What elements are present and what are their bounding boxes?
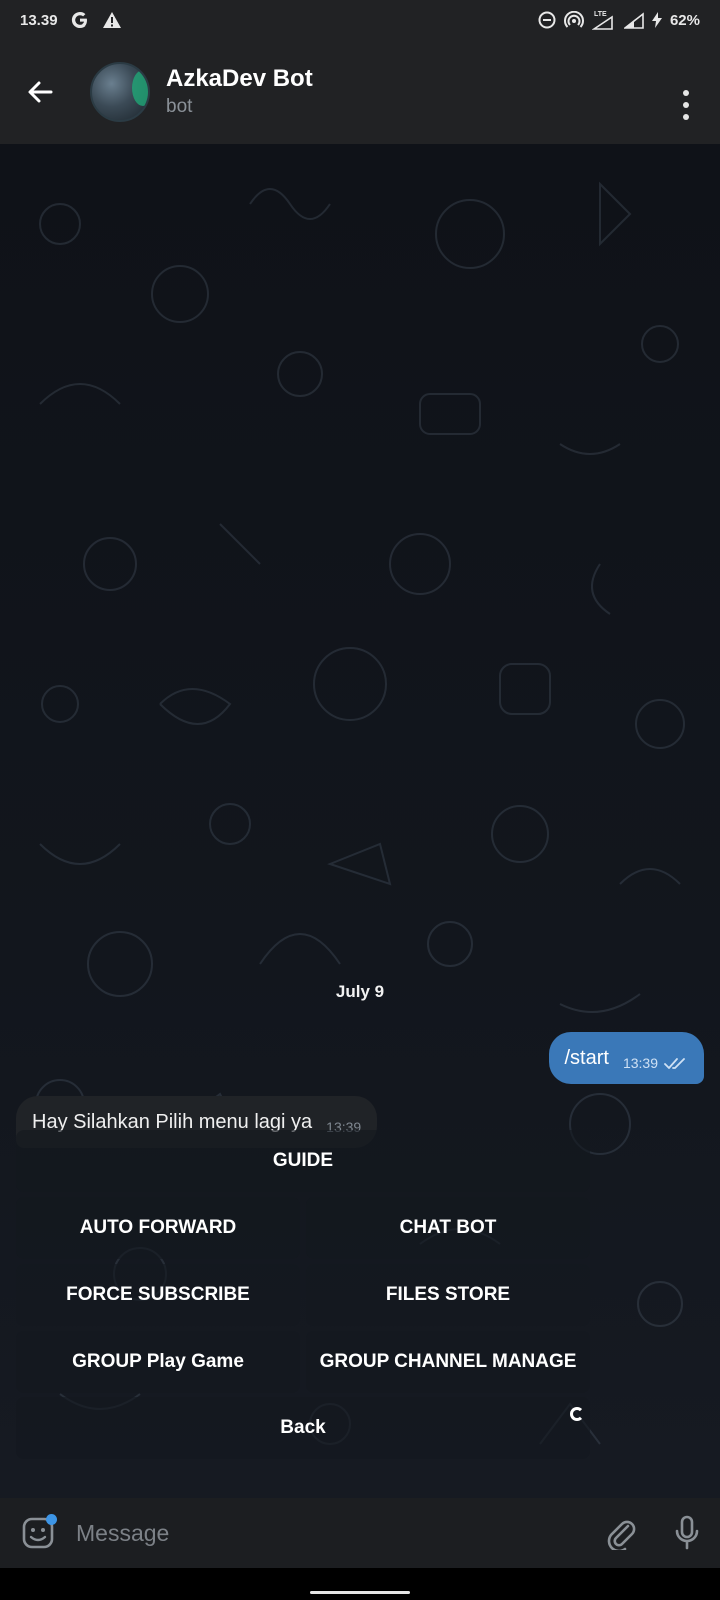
- chat-title-block[interactable]: AzkaDev Bot bot: [166, 64, 313, 120]
- emoji-button[interactable]: [0, 1498, 76, 1568]
- microphone-icon: [675, 1515, 699, 1550]
- files-store-button[interactable]: FILES STORE: [306, 1264, 590, 1326]
- double-check-icon: [664, 1058, 685, 1069]
- chat-area[interactable]: July 9 /start 13:39 Hay Silahkan Pilih m…: [0, 144, 720, 1498]
- more-dot-icon: [683, 90, 689, 96]
- signal-icon: [623, 11, 644, 29]
- attach-button[interactable]: [588, 1498, 654, 1568]
- paperclip-icon: [607, 1520, 636, 1550]
- message-time: 13:39: [622, 1055, 658, 1071]
- status-bar: 13.39 LTE 62%: [0, 0, 720, 40]
- google-icon: [70, 10, 90, 30]
- chat-header: AzkaDev Bot bot: [0, 40, 720, 144]
- outgoing-message[interactable]: /start 13:39: [548, 1032, 704, 1084]
- arrow-left-icon: [28, 81, 53, 103]
- keyboard-row: GUIDE: [16, 1130, 590, 1192]
- chat-bot-button[interactable]: CHAT BOT: [306, 1197, 590, 1259]
- chat-title: AzkaDev Bot: [166, 65, 313, 92]
- force-subscribe-button[interactable]: FORCE SUBSCRIBE: [16, 1264, 300, 1326]
- battery-percent: 62%: [669, 11, 700, 29]
- chat-subtitle: bot: [166, 96, 193, 117]
- loading-spinner-icon: [570, 1407, 584, 1421]
- more-dot-icon: [683, 102, 689, 108]
- message-input-bar: [0, 1498, 720, 1568]
- more-options-button[interactable]: [682, 90, 690, 120]
- guide-button[interactable]: GUIDE: [16, 1130, 590, 1192]
- message-input[interactable]: [76, 1498, 588, 1568]
- system-nav-bar: [0, 1568, 720, 1600]
- keyboard-row: AUTO FORWARD CHAT BOT: [16, 1197, 590, 1259]
- svg-text:LTE: LTE: [594, 11, 607, 18]
- keyboard-row: FORCE SUBSCRIBE FILES STORE: [16, 1264, 590, 1326]
- microphone-button[interactable]: [654, 1498, 720, 1568]
- warning-icon: [102, 11, 122, 29]
- keyboard-row: GROUP Play Game GROUP CHANNEL MANAGE: [16, 1331, 590, 1393]
- home-gesture-handle[interactable]: [310, 1591, 410, 1594]
- hotspot-icon: [563, 11, 584, 29]
- charging-icon: [651, 12, 662, 28]
- keyboard-row: Back: [16, 1397, 590, 1459]
- message-text: /start: [564, 1046, 609, 1069]
- lte-signal-icon: LTE: [591, 9, 616, 31]
- unread-dot: [46, 1514, 57, 1525]
- date-separator: July 9: [335, 982, 385, 1001]
- do-not-disturb-icon: [538, 11, 556, 29]
- group-play-game-button[interactable]: GROUP Play Game: [16, 1331, 300, 1393]
- status-time: 13.39: [20, 11, 58, 29]
- avatar[interactable]: [90, 62, 150, 122]
- group-channel-manage-button[interactable]: GROUP CHANNEL MANAGE: [306, 1331, 590, 1393]
- more-dot-icon: [683, 114, 689, 120]
- back-keyboard-button[interactable]: Back: [16, 1397, 590, 1459]
- auto-forward-button[interactable]: AUTO FORWARD: [16, 1197, 300, 1259]
- back-button[interactable]: [0, 40, 80, 144]
